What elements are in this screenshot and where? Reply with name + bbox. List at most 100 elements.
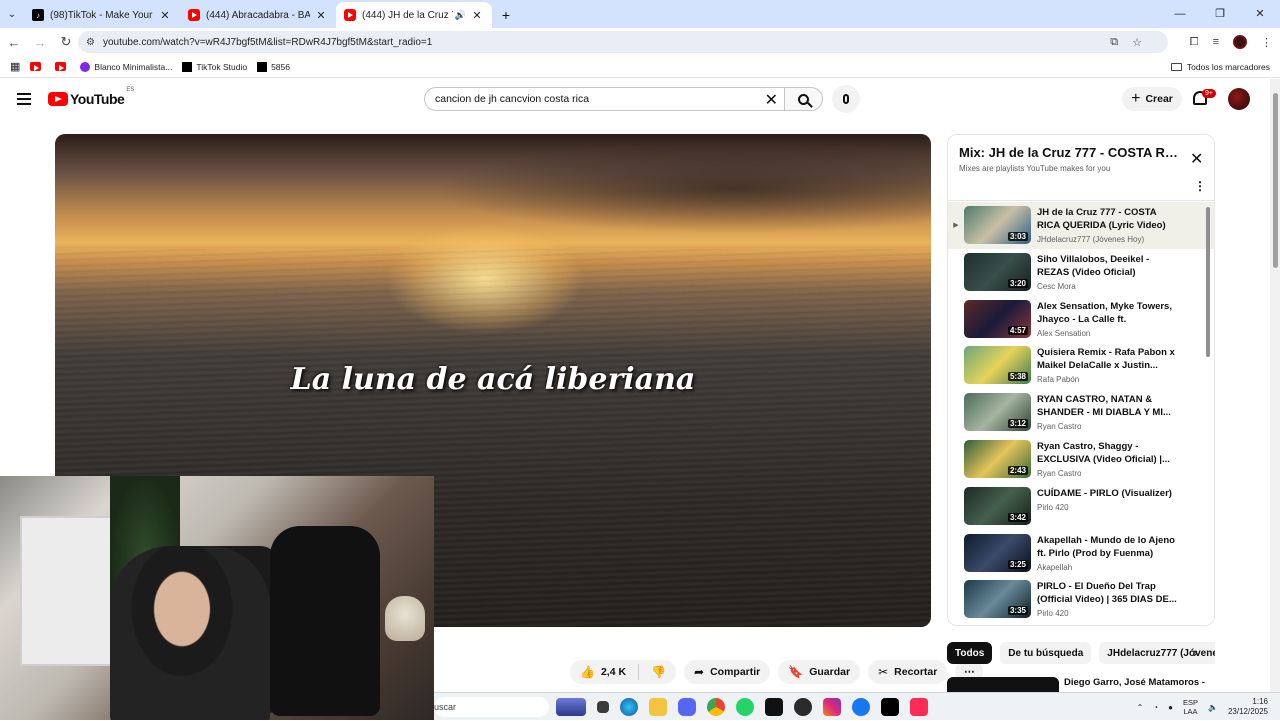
minimize-button[interactable]: — (1160, 0, 1200, 28)
chip-from-search[interactable]: De tu búsqueda (1000, 642, 1092, 664)
extensions-icon[interactable]: ⧠ (1190, 36, 1199, 49)
facebook-icon[interactable] (852, 698, 870, 716)
duration: 3:35 (1007, 606, 1028, 616)
clock[interactable]: 1:16 23/12/2025 (1228, 697, 1268, 717)
tiktok-icon[interactable] (881, 698, 899, 716)
taskbar-search[interactable]: uscar (434, 697, 549, 717)
tab-jh-de-la-cruz[interactable]: (444) JH de la Cruz 777 - CO 🔊 ✕ (336, 2, 492, 28)
thumbnail: 3:42 (964, 486, 1031, 525)
scrollbar-thumb[interactable] (1273, 93, 1278, 268)
duration: 5:38 (1007, 372, 1028, 382)
item-title: JH de la Cruz 777 - COSTA RICA QUERIDA (… (1037, 207, 1166, 231)
profile-avatar[interactable] (1233, 35, 1247, 49)
list-item[interactable]: ▶ 3:03 JH de la Cruz 777 - COSTA RICA QU… (948, 202, 1214, 249)
like-icon[interactable]: 👍 (580, 665, 595, 679)
mix-title[interactable]: Mix: JH de la Cruz 777 - COSTA RICA QUER… (959, 145, 1181, 160)
search-button[interactable] (784, 87, 823, 111)
chevron-up-icon[interactable]: ⌃ (1137, 703, 1144, 712)
wifi-icon[interactable]: ◔ (1153, 703, 1158, 712)
chip-all[interactable]: Todos (947, 642, 993, 664)
chevron-right-icon[interactable]: › (1193, 644, 1198, 660)
thumbnail: 3:35 (964, 580, 1031, 619)
file-explorer-icon[interactable] (649, 698, 667, 716)
back-icon[interactable]: ← (2, 35, 26, 50)
item-title: Quisiera Remix - Rafa Pabon x Maikel Del… (1037, 347, 1175, 372)
list-item[interactable]: 3:42 CUÍDAME - PIRLO (Visualizer) Pirlo 4… (948, 483, 1214, 530)
thumbnail: 2:43 (964, 439, 1031, 478)
tab-abracadabra[interactable]: (444) Abracadabra - BARBEL FT ✕ (180, 2, 336, 28)
new-tab-button[interactable]: + (492, 2, 520, 28)
discord-icon[interactable] (678, 698, 696, 716)
bookmark-tiktok-studio[interactable]: TikTok Studio (182, 61, 247, 72)
list-item[interactable]: 3:12 RYAN CASTRO, NATAN & SHANDER - MI D… (948, 389, 1214, 436)
clip-button[interactable]: ✂ Recortar (868, 660, 948, 684)
tab-search-icon[interactable]: ⌄ (0, 0, 24, 28)
maximize-button[interactable]: ❐ (1200, 0, 1240, 28)
search-input[interactable]: cancion de jh cancvion costa rica ✕ (424, 87, 784, 111)
list-item[interactable]: 2:43 Ryan Castro, Shaggy - EXCLUSIVA (Vi… (948, 436, 1214, 483)
voice-search-button[interactable] (832, 85, 860, 113)
close-window-button[interactable]: ✕ (1240, 0, 1280, 28)
language-indicator[interactable]: ESP LAA (1183, 698, 1198, 716)
video-clouds (435, 144, 931, 234)
dislike-icon[interactable]: 👎 (651, 665, 676, 679)
speaker-icon[interactable]: 🔊 (455, 10, 466, 21)
whatsapp-icon[interactable] (736, 698, 754, 716)
tab-tiktok[interactable]: ♪ (98)TikTok - Make Your Day ✕ (24, 2, 180, 28)
divider (638, 664, 640, 680)
list-item[interactable]: 3:35 PIRLO - El Dueño Del Trap (Official… (948, 576, 1214, 623)
apps-grid-icon[interactable]: ▦ (10, 60, 20, 73)
chrome-icon[interactable] (707, 698, 725, 716)
bookmark-star-icon[interactable]: ☆ (1132, 36, 1142, 49)
game-icon[interactable] (556, 698, 586, 716)
obs-icon[interactable] (794, 698, 812, 716)
more-options-icon[interactable]: ⋮ (1194, 179, 1206, 193)
mix-scrollbar[interactable] (1206, 207, 1210, 357)
save-label: Guardar (809, 666, 851, 678)
clear-search-icon[interactable]: ✕ (765, 90, 778, 110)
capcut-icon[interactable] (765, 698, 783, 716)
volume-icon[interactable]: 🔈 (1208, 703, 1218, 712)
bookmark-label: Blanco Minimalista... (94, 61, 173, 72)
list-item[interactable]: 3:20 Siho Villalobos, Deeikel - REZAS (V… (948, 249, 1214, 296)
edge-icon[interactable] (620, 698, 638, 716)
close-tab-icon[interactable]: ✕ (158, 9, 172, 22)
close-tab-icon[interactable]: ✕ (470, 9, 484, 22)
forward-icon[interactable]: → (28, 35, 52, 50)
taskbar-search-text: uscar (434, 702, 457, 712)
list-item[interactable]: 3:25 Akapellah - Mundo de lo Ajeno ft. P… (948, 530, 1214, 577)
close-tab-icon[interactable]: ✕ (314, 9, 328, 22)
bookmark-blanco[interactable]: Blanco Minimalista... (80, 61, 173, 72)
site-info-icon[interactable]: ⚙ (86, 37, 95, 48)
share-label: Compartir (710, 666, 761, 678)
mic-tray-icon[interactable]: ● (1168, 703, 1173, 712)
close-icon[interactable]: ✕ (1190, 149, 1203, 169)
save-button[interactable]: 🔖 Guardar (778, 660, 861, 684)
thumbnail: 3:03 (964, 206, 1031, 244)
share-icon: ➦ (694, 665, 705, 679)
hamburger-menu-icon[interactable] (17, 93, 31, 105)
list-item[interactable]: 4:57 Alex Sensation, Myke Towers, Jhayco… (948, 296, 1214, 343)
bookmark-youtube-2[interactable] (55, 62, 70, 71)
menu-icon[interactable]: ⋮ (1261, 36, 1272, 49)
create-button[interactable]: + Crear (1122, 87, 1182, 111)
list-item[interactable]: 5:38 Quisiera Remix - Rafa Pabon x Maike… (948, 342, 1214, 389)
page-scrollbar[interactable] (1270, 79, 1280, 720)
account-avatar[interactable] (1228, 88, 1250, 110)
bookmark-youtube-1[interactable] (30, 62, 45, 71)
like-count[interactable]: 2,4 K (601, 666, 626, 678)
task-view-icon[interactable] (597, 701, 609, 713)
reload-icon[interactable]: ↻ (54, 34, 78, 50)
media-control-icon[interactable]: ≡ (1213, 36, 1219, 48)
share-button[interactable]: ➦ Compartir (684, 660, 771, 684)
youtube-logo[interactable]: YouTube ES (48, 87, 134, 107)
duration: 3:20 (1007, 278, 1028, 288)
next-video-title[interactable]: Diego Garro, José Matamoros - (1064, 677, 1205, 688)
bookmark-5856[interactable]: 5856 (257, 61, 290, 72)
instagram-icon[interactable] (823, 698, 841, 716)
install-app-icon[interactable]: ⧉ (1110, 36, 1118, 49)
tiktok-live-icon[interactable] (910, 698, 928, 716)
all-bookmarks[interactable]: Todos los marcadores (1170, 56, 1270, 78)
duration: 3:12 (1007, 419, 1028, 429)
address-bar[interactable]: ⚙ youtube.com/watch?v=wR4J7bgf5tM&list=R… (78, 31, 1168, 53)
